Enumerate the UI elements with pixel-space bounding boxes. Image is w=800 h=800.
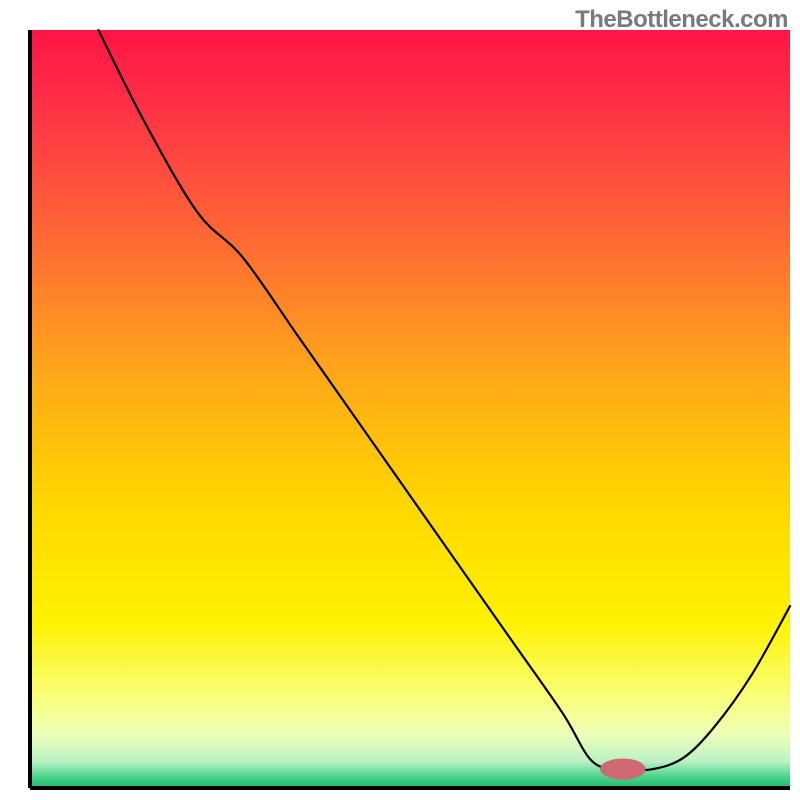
bottleneck-chart: TheBottleneck.com: [0, 0, 800, 800]
optimum-marker: [600, 758, 646, 779]
plot-background: [30, 30, 790, 788]
plot-svg: [0, 0, 800, 800]
